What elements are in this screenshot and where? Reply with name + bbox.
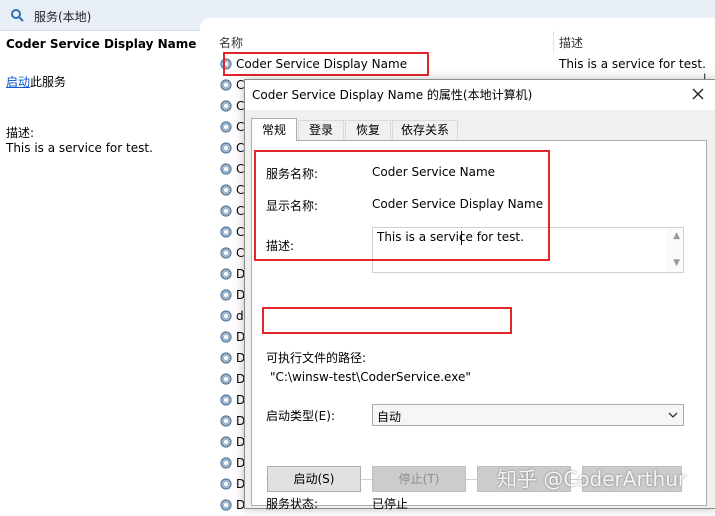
highlight-box-service-row [223, 52, 429, 76]
gear-icon [220, 79, 232, 91]
description-label: 描述: [6, 126, 35, 140]
executable-path-value: "C:\winsw-test\CoderService.exe" [270, 370, 471, 384]
gear-icon [220, 394, 232, 406]
description-text: This is a service for test. [6, 141, 153, 155]
tab-dependencies[interactable]: 依存关系 [392, 120, 458, 140]
start-service-line: 启动此服务 [6, 73, 66, 90]
highlight-box-exe-path [262, 307, 512, 334]
start-service-suffix: 此服务 [30, 75, 67, 89]
list-column-headers: 名称 描述 [205, 31, 715, 53]
gear-icon [220, 163, 232, 175]
gear-icon [220, 415, 232, 427]
highlight-box-service-info [254, 150, 550, 261]
gear-icon [220, 478, 232, 490]
start-service-link[interactable]: 启动 [6, 75, 30, 89]
column-separator[interactable] [553, 31, 554, 53]
gear-icon [220, 100, 232, 112]
stop-button[interactable]: 停止(T) [372, 466, 466, 492]
magnifier-icon [11, 9, 24, 22]
gear-icon [220, 142, 232, 154]
selected-service-name: Coder Service Display Name [6, 37, 197, 51]
gear-icon [220, 499, 232, 511]
gear-icon [220, 373, 232, 385]
service-status-label: 服务状态: [266, 497, 319, 511]
gear-icon [220, 436, 232, 448]
gear-icon [220, 352, 232, 364]
gear-icon [220, 205, 232, 217]
services-title: 服务(本地) [34, 10, 92, 24]
gear-icon [220, 289, 232, 301]
tab-logon[interactable]: 登录 [298, 120, 344, 140]
row-service-description: This is a service for test. [559, 57, 706, 71]
service-description-pane: Coder Service Display Name 启动此服务 描述: Thi… [0, 31, 205, 507]
description-scrollbar[interactable]: ▲ ▼ [667, 228, 683, 272]
chevron-down-icon [668, 412, 678, 418]
start-button[interactable]: 启动(S) [267, 466, 361, 492]
close-icon[interactable] [685, 82, 711, 106]
gear-icon [220, 226, 232, 238]
service-status-value: 已停止 [372, 497, 409, 511]
gear-icon [220, 331, 232, 343]
startup-type-select[interactable]: 自动 [372, 404, 684, 426]
column-header-name[interactable]: 名称 [219, 34, 243, 51]
executable-path-label: 可执行文件的路径: [266, 351, 367, 365]
properties-dialog: Coder Service Display Name 的属性(本地计算机) 常规… [244, 79, 715, 511]
gear-icon [220, 457, 232, 469]
row-service-name: d [236, 309, 244, 323]
tab-recovery[interactable]: 恢复 [345, 120, 391, 140]
dialog-title: Coder Service Display Name 的属性(本地计算机) [252, 88, 533, 102]
scroll-down-arrow-icon[interactable]: ▼ [673, 258, 680, 268]
watermark: 知乎 @CoderArthur [497, 467, 687, 491]
gear-icon [220, 184, 232, 196]
gear-icon [220, 121, 232, 133]
gear-icon [220, 268, 232, 280]
startup-type-label: 启动类型(E): [266, 409, 335, 423]
gear-icon [220, 310, 232, 322]
header-tab-curve [200, 18, 715, 32]
column-header-description[interactable]: 描述 [559, 34, 583, 51]
dialog-titlebar: Coder Service Display Name 的属性(本地计算机) [245, 80, 715, 110]
scroll-up-arrow-icon[interactable]: ▲ [673, 231, 680, 241]
gear-icon [220, 247, 232, 259]
services-header: 服务(本地) [0, 0, 715, 32]
tab-general[interactable]: 常规 [251, 118, 297, 141]
startup-type-value: 自动 [377, 410, 402, 424]
